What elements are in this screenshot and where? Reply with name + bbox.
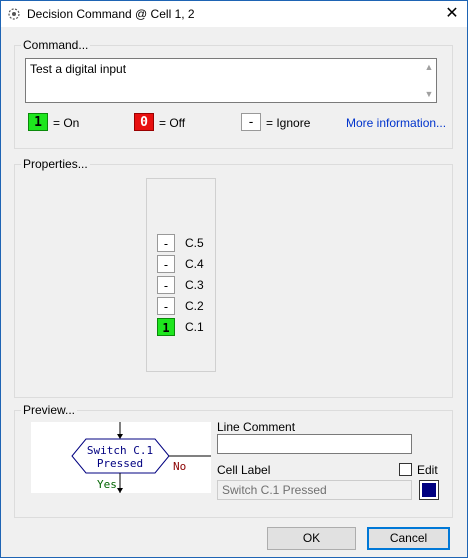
shape-text-line2: Pressed <box>97 457 143 470</box>
ok-button[interactable]: OK <box>267 527 356 550</box>
bit-label: C.2 <box>185 299 204 313</box>
bit-value[interactable]: 1 <box>157 318 175 336</box>
bit-value[interactable]: - <box>157 276 175 294</box>
yes-branch-label: Yes <box>97 478 117 491</box>
legend-on-chip: 1 <box>28 113 48 131</box>
bit-label: C.5 <box>185 236 204 250</box>
cell-label-label: Cell Label <box>217 463 271 477</box>
cancel-button[interactable]: Cancel <box>367 527 450 550</box>
edit-checkbox[interactable] <box>399 463 412 476</box>
bit-value[interactable]: - <box>157 255 175 273</box>
bit-value[interactable]: - <box>157 297 175 315</box>
title-bar: Decision Command @ Cell 1, 2 ✕ <box>1 1 467 27</box>
legend-off-label: = Off <box>159 116 186 130</box>
command-text-area[interactable]: Test a digital input ▲ ▼ <box>25 58 437 103</box>
scroll-down-icon[interactable]: ▼ <box>424 89 434 99</box>
decision-shape-preview: Switch C.1 Pressed No Yes <box>71 422 211 493</box>
properties-group-label: Properties... <box>21 157 90 171</box>
close-icon: ✕ <box>445 5 459 22</box>
line-comment-label: Line Comment <box>217 420 296 434</box>
close-button[interactable]: ✕ <box>437 1 467 27</box>
bit-label: C.4 <box>185 257 204 271</box>
properties-group: Properties... <box>14 157 453 398</box>
legend-off-chip: 0 <box>134 113 154 131</box>
bit-panel: - C.5 - C.4 - C.3 - C.2 1 C.1 <box>146 178 216 372</box>
scroll-up-icon[interactable]: ▲ <box>424 62 434 72</box>
bit-value[interactable]: - <box>157 234 175 252</box>
command-text: Test a digital input <box>30 62 127 76</box>
shape-text-line1: Switch C.1 <box>87 444 153 457</box>
bit-label: C.1 <box>185 320 204 334</box>
legend-ignore-chip: - <box>241 113 261 131</box>
more-information-link[interactable]: More information... <box>346 116 446 130</box>
command-group-label: Command... <box>21 38 91 52</box>
legend-ignore-label: = Ignore <box>266 116 311 130</box>
window-title: Decision Command @ Cell 1, 2 <box>27 7 195 21</box>
color-fill <box>422 483 436 497</box>
edit-label: Edit <box>417 463 438 477</box>
dialog-window: Decision Command @ Cell 1, 2 ✕ Command..… <box>0 0 468 558</box>
app-gear-icon <box>8 8 20 20</box>
line-comment-input[interactable] <box>217 434 412 454</box>
no-branch-label: No <box>173 460 186 473</box>
bit-label: C.3 <box>185 278 204 292</box>
cell-color-swatch[interactable] <box>419 480 439 500</box>
flowchart-preview: Switch C.1 Pressed No Yes <box>31 422 211 493</box>
cell-label-input: Switch C.1 Pressed <box>217 480 412 500</box>
legend-on-label: = On <box>53 116 80 130</box>
preview-group-label: Preview... <box>21 403 78 417</box>
